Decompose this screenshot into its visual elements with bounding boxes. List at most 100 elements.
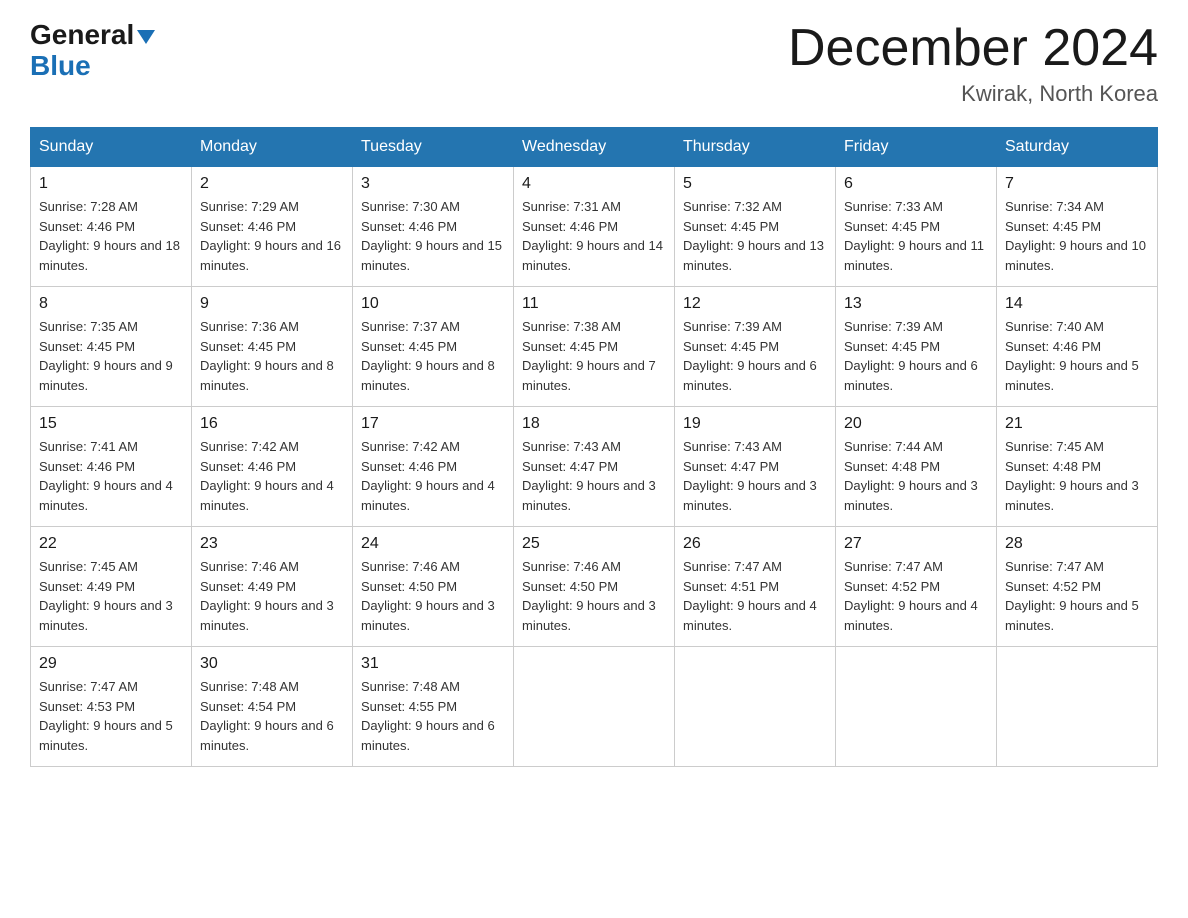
daylight-label: Daylight: 9 hours and 4 minutes. <box>683 598 817 633</box>
daylight-label: Daylight: 9 hours and 13 minutes. <box>683 238 824 273</box>
day-info: Sunrise: 7:45 AM Sunset: 4:49 PM Dayligh… <box>39 557 183 635</box>
day-cell: 23 Sunrise: 7:46 AM Sunset: 4:49 PM Dayl… <box>192 527 353 647</box>
day-info: Sunrise: 7:35 AM Sunset: 4:45 PM Dayligh… <box>39 317 183 395</box>
day-number: 24 <box>361 535 505 553</box>
day-cell: 28 Sunrise: 7:47 AM Sunset: 4:52 PM Dayl… <box>997 527 1158 647</box>
day-cell: 18 Sunrise: 7:43 AM Sunset: 4:47 PM Dayl… <box>514 407 675 527</box>
day-cell: 24 Sunrise: 7:46 AM Sunset: 4:50 PM Dayl… <box>353 527 514 647</box>
day-number: 21 <box>1005 415 1149 433</box>
daylight-label: Daylight: 9 hours and 16 minutes. <box>200 238 341 273</box>
day-number: 28 <box>1005 535 1149 553</box>
day-number: 11 <box>522 295 666 313</box>
day-info: Sunrise: 7:28 AM Sunset: 4:46 PM Dayligh… <box>39 197 183 275</box>
day-cell: 21 Sunrise: 7:45 AM Sunset: 4:48 PM Dayl… <box>997 407 1158 527</box>
day-number: 22 <box>39 535 183 553</box>
day-number: 19 <box>683 415 827 433</box>
day-info: Sunrise: 7:32 AM Sunset: 4:45 PM Dayligh… <box>683 197 827 275</box>
sunset-label: Sunset: 4:45 PM <box>683 339 779 354</box>
sunrise-label: Sunrise: 7:42 AM <box>361 439 460 454</box>
day-cell <box>675 647 836 767</box>
day-number: 4 <box>522 175 666 193</box>
daylight-label: Daylight: 9 hours and 5 minutes. <box>1005 358 1139 393</box>
day-cell: 1 Sunrise: 7:28 AM Sunset: 4:46 PM Dayli… <box>31 167 192 287</box>
day-number: 30 <box>200 655 344 673</box>
day-number: 6 <box>844 175 988 193</box>
day-cell <box>997 647 1158 767</box>
day-info: Sunrise: 7:46 AM Sunset: 4:49 PM Dayligh… <box>200 557 344 635</box>
sunrise-label: Sunrise: 7:46 AM <box>200 559 299 574</box>
day-info: Sunrise: 7:38 AM Sunset: 4:45 PM Dayligh… <box>522 317 666 395</box>
title-area: December 2024 Kwirak, North Korea <box>788 20 1158 107</box>
sunrise-label: Sunrise: 7:32 AM <box>683 199 782 214</box>
day-info: Sunrise: 7:39 AM Sunset: 4:45 PM Dayligh… <box>844 317 988 395</box>
sunrise-label: Sunrise: 7:43 AM <box>683 439 782 454</box>
day-cell <box>836 647 997 767</box>
sunrise-label: Sunrise: 7:42 AM <box>200 439 299 454</box>
sunset-label: Sunset: 4:45 PM <box>844 339 940 354</box>
day-number: 25 <box>522 535 666 553</box>
daylight-label: Daylight: 9 hours and 3 minutes. <box>522 478 656 513</box>
day-info: Sunrise: 7:48 AM Sunset: 4:54 PM Dayligh… <box>200 677 344 755</box>
sunrise-label: Sunrise: 7:34 AM <box>1005 199 1104 214</box>
header-thursday: Thursday <box>675 128 836 167</box>
day-number: 1 <box>39 175 183 193</box>
sunset-label: Sunset: 4:46 PM <box>522 219 618 234</box>
logo: General Blue <box>30 20 155 82</box>
daylight-label: Daylight: 9 hours and 3 minutes. <box>844 478 978 513</box>
daylight-label: Daylight: 9 hours and 5 minutes. <box>39 718 173 753</box>
daylight-label: Daylight: 9 hours and 3 minutes. <box>683 478 817 513</box>
sunrise-label: Sunrise: 7:46 AM <box>361 559 460 574</box>
sunrise-label: Sunrise: 7:45 AM <box>1005 439 1104 454</box>
day-cell <box>514 647 675 767</box>
sunrise-label: Sunrise: 7:30 AM <box>361 199 460 214</box>
daylight-label: Daylight: 9 hours and 4 minutes. <box>361 478 495 513</box>
daylight-label: Daylight: 9 hours and 14 minutes. <box>522 238 663 273</box>
sunset-label: Sunset: 4:46 PM <box>39 459 135 474</box>
day-info: Sunrise: 7:41 AM Sunset: 4:46 PM Dayligh… <box>39 437 183 515</box>
week-row-3: 15 Sunrise: 7:41 AM Sunset: 4:46 PM Dayl… <box>31 407 1158 527</box>
sunset-label: Sunset: 4:46 PM <box>200 219 296 234</box>
sunrise-label: Sunrise: 7:39 AM <box>683 319 782 334</box>
day-info: Sunrise: 7:36 AM Sunset: 4:45 PM Dayligh… <box>200 317 344 395</box>
sunset-label: Sunset: 4:48 PM <box>1005 459 1101 474</box>
day-info: Sunrise: 7:31 AM Sunset: 4:46 PM Dayligh… <box>522 197 666 275</box>
sunset-label: Sunset: 4:47 PM <box>683 459 779 474</box>
sunset-label: Sunset: 4:54 PM <box>200 699 296 714</box>
sunset-label: Sunset: 4:50 PM <box>361 579 457 594</box>
sunset-label: Sunset: 4:47 PM <box>522 459 618 474</box>
sunrise-label: Sunrise: 7:28 AM <box>39 199 138 214</box>
day-cell: 14 Sunrise: 7:40 AM Sunset: 4:46 PM Dayl… <box>997 287 1158 407</box>
day-number: 23 <box>200 535 344 553</box>
sunset-label: Sunset: 4:46 PM <box>200 459 296 474</box>
day-number: 5 <box>683 175 827 193</box>
sunset-label: Sunset: 4:45 PM <box>844 219 940 234</box>
day-info: Sunrise: 7:46 AM Sunset: 4:50 PM Dayligh… <box>522 557 666 635</box>
week-row-4: 22 Sunrise: 7:45 AM Sunset: 4:49 PM Dayl… <box>31 527 1158 647</box>
sunset-label: Sunset: 4:53 PM <box>39 699 135 714</box>
daylight-label: Daylight: 9 hours and 3 minutes. <box>39 598 173 633</box>
header-sunday: Sunday <box>31 128 192 167</box>
day-number: 18 <box>522 415 666 433</box>
sunset-label: Sunset: 4:45 PM <box>683 219 779 234</box>
sunset-label: Sunset: 4:46 PM <box>361 219 457 234</box>
sunset-label: Sunset: 4:55 PM <box>361 699 457 714</box>
day-cell: 27 Sunrise: 7:47 AM Sunset: 4:52 PM Dayl… <box>836 527 997 647</box>
day-cell: 30 Sunrise: 7:48 AM Sunset: 4:54 PM Dayl… <box>192 647 353 767</box>
week-row-2: 8 Sunrise: 7:35 AM Sunset: 4:45 PM Dayli… <box>31 287 1158 407</box>
day-cell: 7 Sunrise: 7:34 AM Sunset: 4:45 PM Dayli… <box>997 167 1158 287</box>
day-info: Sunrise: 7:37 AM Sunset: 4:45 PM Dayligh… <box>361 317 505 395</box>
daylight-label: Daylight: 9 hours and 3 minutes. <box>361 598 495 633</box>
header-saturday: Saturday <box>997 128 1158 167</box>
sunrise-label: Sunrise: 7:29 AM <box>200 199 299 214</box>
day-number: 31 <box>361 655 505 673</box>
sunrise-label: Sunrise: 7:40 AM <box>1005 319 1104 334</box>
sunrise-label: Sunrise: 7:47 AM <box>683 559 782 574</box>
daylight-label: Daylight: 9 hours and 4 minutes. <box>200 478 334 513</box>
daylight-label: Daylight: 9 hours and 15 minutes. <box>361 238 502 273</box>
day-number: 16 <box>200 415 344 433</box>
header-monday: Monday <box>192 128 353 167</box>
day-cell: 10 Sunrise: 7:37 AM Sunset: 4:45 PM Dayl… <box>353 287 514 407</box>
sunrise-label: Sunrise: 7:47 AM <box>39 679 138 694</box>
day-info: Sunrise: 7:44 AM Sunset: 4:48 PM Dayligh… <box>844 437 988 515</box>
header-friday: Friday <box>836 128 997 167</box>
